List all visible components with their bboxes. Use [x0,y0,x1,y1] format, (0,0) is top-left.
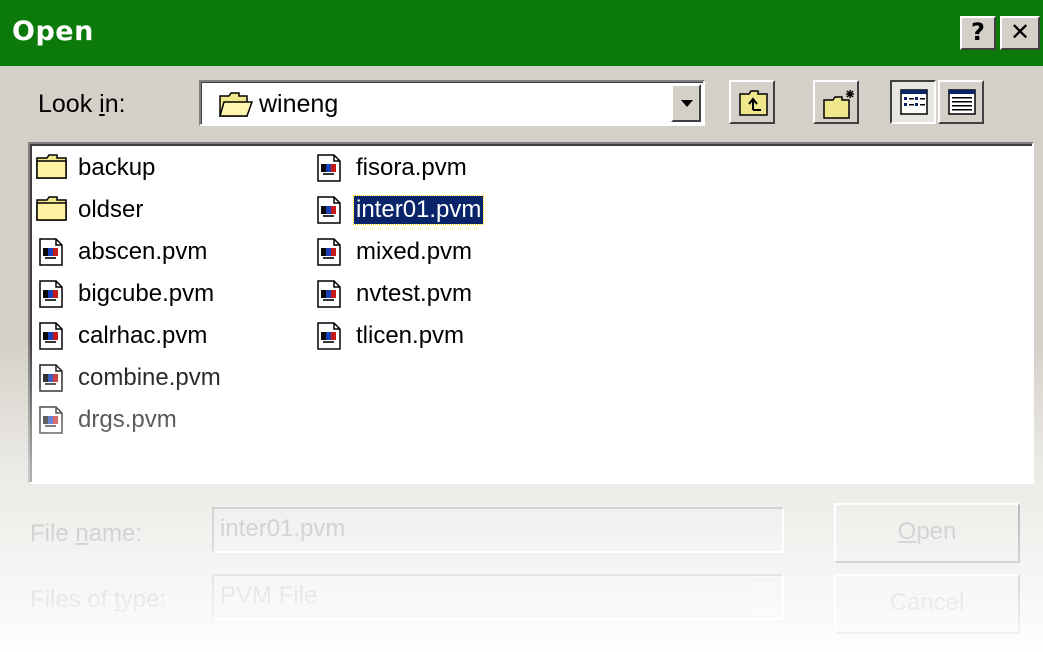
pvm-file-icon [36,322,66,357]
close-button[interactable]: ✕ [1000,16,1040,50]
file-name-label: fisora.pvm [356,154,467,181]
file-name-label: File name: [30,520,143,547]
cancel-button[interactable]: Cancel [834,574,1020,634]
file-name-input[interactable]: inter01.pvm [212,507,784,553]
window-title: Open [12,16,94,47]
folder-icon [36,154,68,187]
pvm-file-icon [314,238,344,273]
title-bar[interactable]: Open ? ✕ [0,0,1043,66]
file-name-label: combine.pvm [78,364,221,391]
file-name-label: calrhac.pvm [78,322,208,349]
open-dialog: Open ? ✕ Look in: wineng backup oldser a… [0,0,1043,652]
look-in-label: Look in: [38,90,126,118]
create-new-folder-icon [823,90,854,119]
create-new-folder-button[interactable] [813,80,859,124]
pvm-file-icon [36,280,66,315]
files-of-type-select[interactable]: PVM File [212,574,784,620]
file-name-label: oldser [78,196,144,223]
pvm-file-icon [36,238,66,273]
pvm-file-icon [314,154,344,189]
file-name-label: inter01.pvm [352,195,485,225]
look-in-value: wineng [259,90,339,118]
open-button[interactable]: Open [834,503,1020,563]
pvm-file-icon [314,280,344,315]
close-icon: ✕ [1009,18,1031,46]
file-name-label: nvtest.pvm [356,280,473,307]
file-name-label: drgs.pvm [78,406,177,433]
file-name-label: abscen.pvm [78,238,208,265]
file-name-label: tlicen.pvm [356,322,465,349]
chevron-down-icon[interactable] [750,580,778,616]
file-name-label: mixed.pvm [356,238,473,265]
pvm-file-icon [314,196,344,231]
pvm-file-icon [36,364,66,399]
pvm-file-icon [314,322,344,357]
list-view-button[interactable] [890,80,936,124]
up-one-level-icon [739,90,768,116]
folder-icon [36,196,68,229]
help-button[interactable]: ? [960,16,996,50]
up-one-level-button[interactable] [729,80,775,124]
pvm-file-icon [36,406,66,441]
details-view-icon [948,89,976,115]
files-of-type-label: Files of type: [30,586,167,613]
look-in-combo[interactable]: wineng [199,80,705,126]
file-list[interactable]: backup oldser abscen.pvm bigcube.pvm calrhac… [28,142,1034,484]
files-of-type-value: PVM File [220,582,318,609]
list-view-icon [900,89,928,115]
help-icon: ? [971,18,985,46]
look-in-dropdown-button[interactable] [671,84,701,122]
details-view-button[interactable] [938,80,984,124]
file-name-label: bigcube.pvm [78,280,215,307]
open-folder-icon [219,92,254,123]
file-name-label: backup [78,154,156,181]
